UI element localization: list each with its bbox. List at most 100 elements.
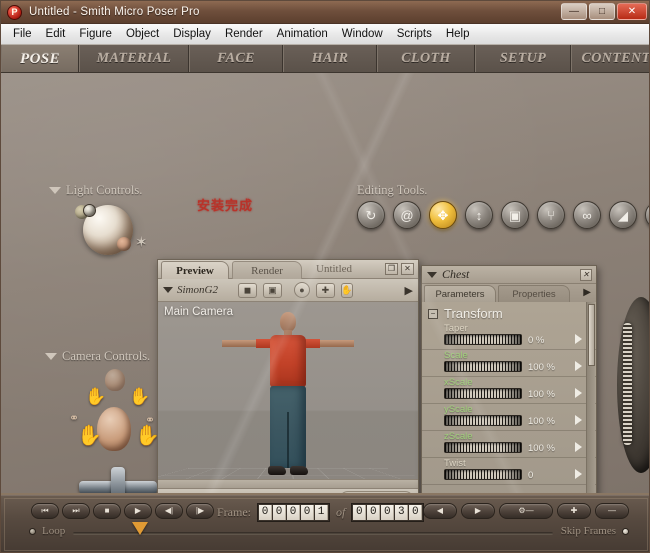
camera-hand-right-top-icon[interactable]: ✋ bbox=[129, 387, 150, 407]
light-controls-header[interactable]: Light Controls. bbox=[49, 183, 142, 198]
parameter-dial-zscale[interactable] bbox=[444, 442, 522, 453]
go-to-start-button[interactable]: ⏮ bbox=[31, 503, 59, 519]
rotate-tool-icon[interactable]: ↻ bbox=[357, 201, 385, 229]
camera-controls-header[interactable]: Camera Controls. bbox=[45, 349, 150, 364]
tab-properties[interactable]: Properties bbox=[498, 285, 570, 302]
viewport[interactable]: Main Camera bbox=[158, 302, 418, 488]
room-tab-pose[interactable]: POSE bbox=[1, 45, 79, 72]
hand-icon[interactable]: ✋ bbox=[340, 282, 353, 298]
menu-item-file[interactable]: File bbox=[6, 26, 39, 42]
camera-face-top-icon[interactable] bbox=[105, 369, 125, 391]
parameter-expand-arrow-icon[interactable] bbox=[575, 442, 582, 452]
timeline-playhead[interactable] bbox=[132, 522, 148, 535]
transform-group-header[interactable]: − Transform bbox=[422, 302, 596, 323]
parameters-tabs-arrow-icon[interactable]: ▶ bbox=[583, 287, 591, 298]
parameter-row-twist[interactable]: Twist 0 bbox=[422, 458, 596, 485]
menu-item-display[interactable]: Display bbox=[166, 26, 218, 42]
parameter-row-scale[interactable]: Scale 100 % bbox=[422, 350, 596, 377]
add-key-button[interactable]: ✚ bbox=[557, 503, 591, 519]
parameter-dial-twist[interactable] bbox=[444, 469, 522, 480]
parameter-dial-xscale[interactable] bbox=[444, 388, 522, 399]
figure-props-icon[interactable]: ▣ bbox=[262, 282, 282, 298]
menu-item-edit[interactable]: Edit bbox=[39, 26, 73, 42]
remove-key-button[interactable]: — bbox=[595, 503, 629, 519]
current-frame-display[interactable]: 00001 bbox=[257, 503, 330, 522]
figure-head-icon[interactable]: ◼ bbox=[237, 282, 257, 298]
stop-button[interactable]: ■ bbox=[93, 503, 121, 519]
menu-item-render[interactable]: Render bbox=[218, 26, 270, 42]
menu-item-help[interactable]: Help bbox=[439, 26, 477, 42]
document-tab-render[interactable]: Render bbox=[232, 261, 302, 279]
room-tab-content[interactable]: CONTENT bbox=[571, 45, 649, 72]
viewport-scrollbar[interactable] bbox=[158, 479, 418, 488]
parameter-dial-yscale[interactable] bbox=[444, 415, 522, 426]
edit-keys-button[interactable]: ⚙— bbox=[499, 503, 553, 519]
room-tab-setup[interactable]: SETUP bbox=[475, 45, 571, 72]
room-tab-cloth[interactable]: CLOTH bbox=[377, 45, 475, 72]
menu-item-animation[interactable]: Animation bbox=[270, 26, 335, 42]
parameter-expand-arrow-icon[interactable] bbox=[575, 388, 582, 398]
chain-break-tool-icon[interactable]: ∞ bbox=[573, 201, 601, 229]
toolbar-more-arrow-icon[interactable]: ▶ bbox=[405, 284, 413, 297]
light-sphere-icon[interactable]: ● bbox=[293, 282, 310, 298]
prev-key-button[interactable]: ◀ bbox=[423, 503, 457, 519]
camera-move-cross-icon[interactable] bbox=[79, 467, 157, 493]
parameter-row-yscale[interactable]: yScale 100 % bbox=[422, 404, 596, 431]
light-handle-2-selected[interactable] bbox=[83, 204, 96, 217]
menu-item-figure[interactable]: Figure bbox=[72, 26, 119, 42]
light-control-ball[interactable]: ✶ bbox=[69, 197, 151, 263]
menu-item-object[interactable]: Object bbox=[119, 26, 166, 42]
room-tab-material[interactable]: MATERIAL bbox=[79, 45, 189, 72]
room-tab-hair[interactable]: HAIR bbox=[283, 45, 377, 72]
prev-frame-button[interactable]: ◀| bbox=[155, 503, 183, 519]
parameter-row-taper[interactable]: Taper 0 % bbox=[422, 323, 596, 350]
figure-selector[interactable]: SimonG2 bbox=[163, 284, 218, 296]
parameter-dial-taper[interactable] bbox=[444, 334, 522, 345]
twist-tool-icon[interactable]: @ bbox=[393, 201, 421, 229]
maximize-button[interactable]: □ bbox=[589, 3, 615, 20]
camera-head-icon[interactable] bbox=[97, 407, 131, 451]
frame-digit: 0 bbox=[273, 505, 286, 520]
memory-dial-ridges[interactable] bbox=[623, 323, 632, 445]
translate-pull-tool-icon[interactable]: ✥ bbox=[429, 201, 457, 229]
taper-tool-icon[interactable]: ⑂ bbox=[537, 201, 565, 229]
parameters-scrollbar[interactable] bbox=[586, 302, 595, 493]
parameters-close-button[interactable]: ✕ bbox=[580, 269, 592, 281]
skip-frames-toggle[interactable]: Skip Frames bbox=[561, 525, 629, 537]
camera-hand-left-top-icon[interactable]: ✋ bbox=[85, 387, 106, 407]
parameter-expand-arrow-icon[interactable] bbox=[575, 415, 582, 425]
menu-item-scripts[interactable]: Scripts bbox=[390, 26, 439, 42]
camera-cross-icon[interactable]: ✚ bbox=[315, 282, 335, 298]
figure-3d-model[interactable] bbox=[222, 312, 354, 484]
menu-item-window[interactable]: Window bbox=[335, 26, 390, 42]
grouping-tool-icon[interactable]: ⬚ bbox=[645, 201, 649, 229]
scale-tool-icon[interactable]: ▣ bbox=[501, 201, 529, 229]
chevron-down-icon[interactable] bbox=[427, 271, 437, 278]
camera-hand-left-icon[interactable]: ✋ bbox=[77, 423, 102, 448]
room-tab-face[interactable]: FACE bbox=[189, 45, 283, 72]
parameter-row-zscale[interactable]: zScale 100 % bbox=[422, 431, 596, 458]
minimize-button[interactable]: — bbox=[561, 3, 587, 20]
next-frame-button[interactable]: |▶ bbox=[186, 503, 214, 519]
document-close-button[interactable]: ✕ bbox=[401, 263, 414, 275]
parameters-scrollbar-thumb[interactable] bbox=[588, 304, 595, 366]
tab-parameters[interactable]: Parameters bbox=[424, 285, 496, 302]
memory-dots-dial[interactable] bbox=[617, 297, 649, 473]
document-restore-button[interactable]: ❐ bbox=[385, 263, 398, 275]
light-handle-3[interactable] bbox=[117, 237, 131, 251]
parameter-expand-arrow-icon[interactable] bbox=[575, 361, 582, 371]
collapse-group-icon[interactable]: − bbox=[428, 308, 438, 319]
parameter-expand-arrow-icon[interactable] bbox=[575, 469, 582, 479]
document-tab-preview[interactable]: Preview bbox=[161, 261, 229, 279]
total-frames-display[interactable]: 00030 bbox=[351, 503, 425, 522]
parameter-dial-scale[interactable] bbox=[444, 361, 522, 372]
loop-toggle[interactable]: Loop bbox=[29, 525, 65, 537]
parameter-expand-arrow-icon[interactable] bbox=[575, 334, 582, 344]
close-button[interactable]: ✕ bbox=[617, 3, 647, 20]
color-fill-tool-icon[interactable]: ◢ bbox=[609, 201, 637, 229]
translate-inout-tool-icon[interactable]: ↕ bbox=[465, 201, 493, 229]
go-to-end-button[interactable]: ⏭ bbox=[62, 503, 90, 519]
play-button[interactable]: ▶ bbox=[124, 503, 152, 519]
next-key-button[interactable]: ▶ bbox=[461, 503, 495, 519]
parameter-row-xscale[interactable]: xScale 100 % bbox=[422, 377, 596, 404]
